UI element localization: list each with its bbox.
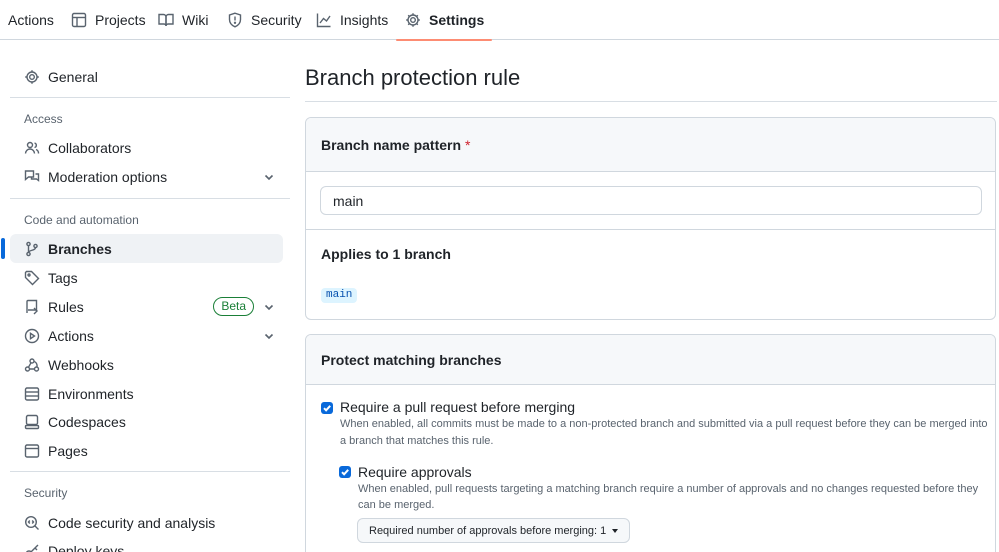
require-pr-description-line2: a branch that matches this rule. [340, 435, 494, 447]
sidebar-heading-security: Security [24, 486, 68, 500]
sidebar-item-label: Environments [48, 385, 134, 402]
people-icon [24, 141, 40, 154]
sidebar-item-webhooks[interactable]: Webhooks [10, 350, 283, 379]
sidebar-item-label: Webhooks [48, 356, 114, 373]
require-approvals-label[interactable]: Require approvals [358, 464, 472, 480]
require-pr-description-line1: When enabled, all commits must be made t… [340, 418, 988, 430]
git-branch-icon [26, 241, 38, 256]
play-icon [24, 328, 40, 343]
sidebar-item-code-security[interactable]: Code security and analysis [10, 508, 283, 537]
sidebar-item-label: Code security and analysis [48, 514, 216, 531]
sidebar-item-environments[interactable]: Environments [10, 379, 283, 408]
gear-icon [406, 13, 420, 27]
sidebar-item-deploy-keys[interactable]: Deploy keys [10, 536, 283, 552]
sidebar-item-rules[interactable]: Rules Beta [10, 292, 283, 321]
repo-push-icon [26, 299, 38, 314]
applies-divider [306, 229, 995, 230]
gear-icon [25, 69, 39, 84]
sidebar-item-moderation[interactable]: Moderation options [10, 162, 283, 191]
sidebar-item-label: Moderation options [48, 168, 168, 185]
repo-nav: Actions Projects Wiki Security Insights … [0, 0, 999, 41]
sidebar-item-collaborators[interactable]: Collaborators [10, 133, 283, 162]
check-icon [323, 405, 331, 412]
approvals-count-label: Required number of approvals before merg… [369, 524, 607, 537]
tab-label: Projects [95, 12, 146, 28]
branch-pattern-value: main [333, 192, 364, 209]
tab-label: Wiki [182, 12, 209, 28]
sidebar-item-label: Collaborators [48, 139, 132, 156]
sidebar-item-branches[interactable]: Branches [1, 234, 283, 263]
chevron-down-icon[interactable] [263, 170, 275, 182]
require-pr-checkbox[interactable] [321, 402, 333, 414]
sidebar-heading-code-automation: Code and automation [24, 213, 139, 227]
sidebar-heading-access: Access [24, 112, 63, 126]
book-icon [158, 13, 174, 27]
browser-icon [24, 443, 40, 458]
table-icon [71, 12, 87, 28]
comment-discussion-icon [24, 169, 40, 182]
tab-settings[interactable]: Settings [395, 0, 493, 41]
applies-title: Applies to 1 branch [321, 246, 451, 262]
require-approvals-description-line1: When enabled, pull requests targeting a … [358, 483, 979, 495]
sidebar-divider [10, 97, 290, 98]
approvals-count-select[interactable]: Required number of approvals before merg… [357, 518, 631, 543]
server-icon [24, 386, 40, 401]
sidebar-item-codespaces[interactable]: Codespaces [10, 407, 283, 436]
shield-icon [228, 12, 242, 28]
tab-label: Insights [340, 12, 389, 28]
branch-pattern-box: Branch name pattern * main Applies to 1 … [305, 117, 996, 320]
sidebar-divider [10, 198, 290, 199]
sidebar-item-label: Rules [48, 298, 84, 315]
chevron-down-icon[interactable] [263, 300, 275, 312]
sidebar-item-pages[interactable]: Pages [10, 436, 283, 465]
require-pr-label[interactable]: Require a pull request before merging [340, 399, 575, 415]
chevron-down-icon[interactable] [263, 329, 275, 341]
require-approvals-description-line2: can be merged. [358, 499, 435, 511]
sidebar-item-label: Pages [48, 442, 88, 459]
tag-icon [24, 270, 40, 285]
sidebar-item-label: Tags [48, 269, 78, 286]
tab-label: Actions [8, 12, 54, 28]
beta-badge: Beta [213, 297, 254, 316]
sidebar-item-label: Codespaces [48, 413, 126, 430]
sidebar-item-label: Deploy keys [48, 542, 125, 552]
codespaces-icon [24, 414, 40, 429]
sidebar-item-label: Actions [48, 327, 94, 344]
graph-icon [316, 13, 331, 28]
branch-chip: main [321, 288, 358, 303]
tab-wiki[interactable]: Wiki [158, 0, 208, 40]
sidebar-item-actions[interactable]: Actions [10, 321, 283, 350]
sidebar-item-label: General [48, 68, 98, 85]
branch-pattern-label: Branch name pattern [321, 136, 462, 153]
key-icon [25, 544, 39, 552]
tab-actions[interactable]: Actions [8, 0, 54, 40]
branch-pattern-input[interactable]: main [320, 186, 982, 215]
protect-branches-box: Protect matching branches Require a pull… [305, 334, 996, 552]
require-approvals-checkbox[interactable] [339, 466, 351, 478]
caret-down-icon [612, 528, 619, 533]
page-title: Branch protection rule [305, 65, 521, 90]
protect-branches-label: Protect matching branches [321, 351, 502, 368]
tab-insights[interactable]: Insights [316, 0, 388, 40]
tab-security[interactable]: Security [227, 0, 302, 40]
sidebar-item-tags[interactable]: Tags [10, 263, 283, 292]
codescan-icon [24, 515, 39, 530]
sidebar-divider [10, 471, 290, 472]
protect-branches-header: Protect matching branches [306, 335, 995, 385]
tab-label: Security [251, 12, 302, 28]
branch-pattern-header: Branch name pattern * [306, 118, 995, 172]
required-marker: * [465, 136, 471, 153]
title-divider [305, 101, 997, 102]
sidebar-item-label: Branches [48, 240, 112, 257]
tab-projects[interactable]: Projects [71, 0, 146, 40]
tab-label: Settings [429, 12, 485, 28]
sidebar-item-general[interactable]: General [10, 62, 283, 91]
webhook-icon [24, 357, 40, 372]
check-icon [341, 469, 349, 476]
